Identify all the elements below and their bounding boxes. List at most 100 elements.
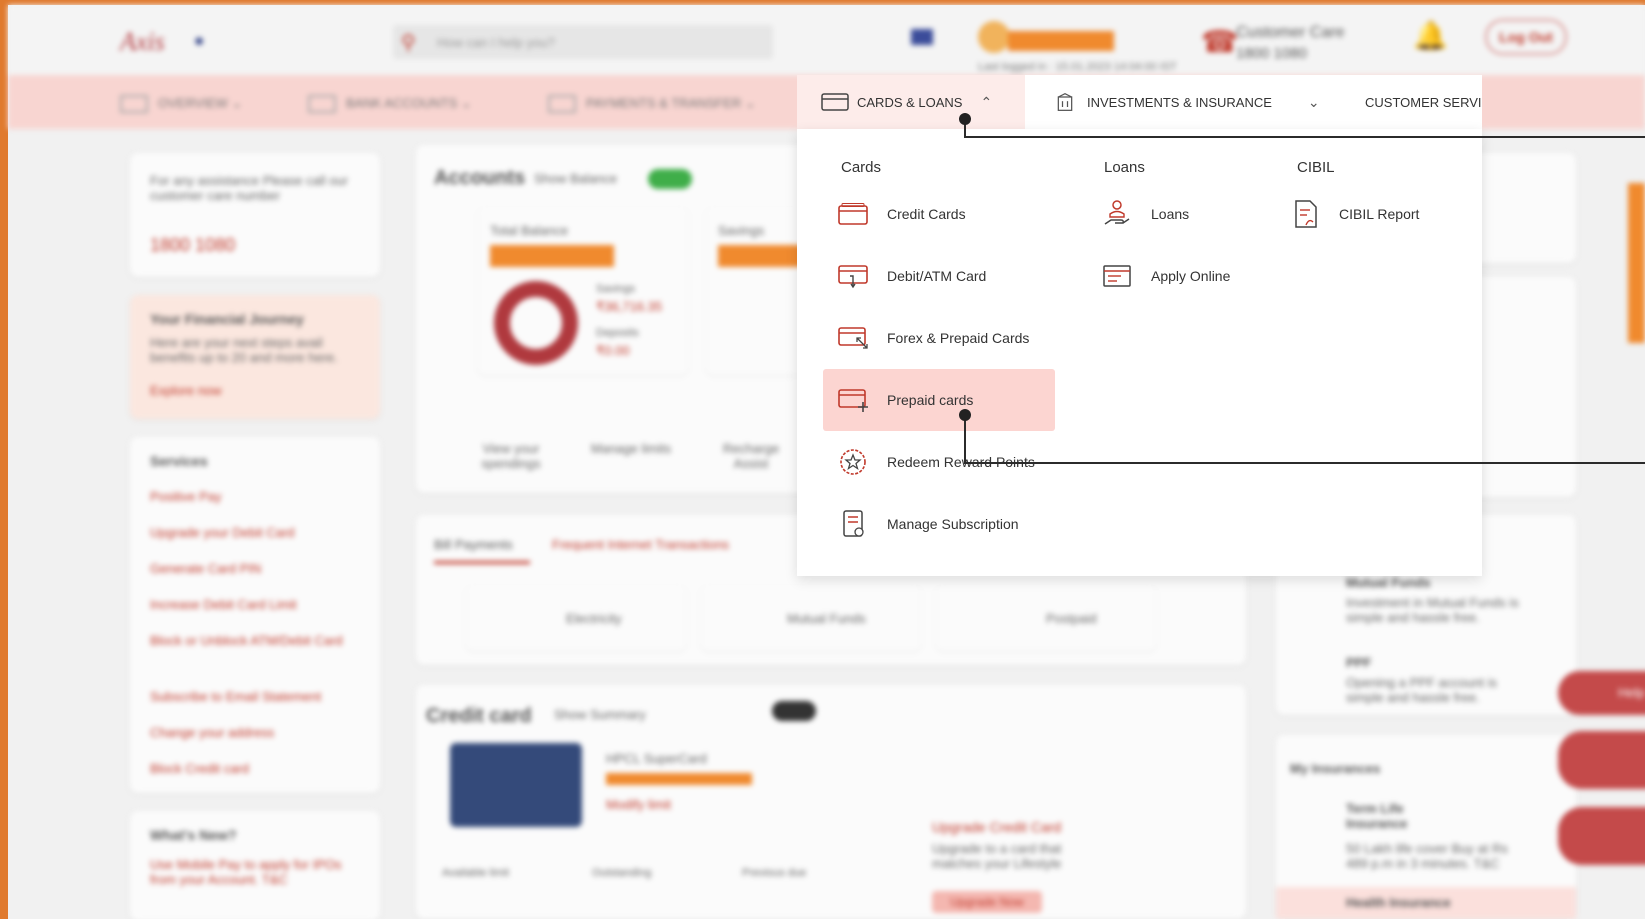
floating-action-button[interactable] (1558, 731, 1645, 789)
side-feedback-tab[interactable] (1628, 183, 1645, 343)
menu-item-label: Forex & Prepaid Cards (887, 330, 1030, 346)
search-placeholder: How can I help you? (437, 35, 555, 50)
help-button[interactable]: Help (1558, 671, 1645, 715)
search-bar[interactable]: ⚲ How can I help you? (393, 25, 773, 59)
menu-item-label: Debit/ATM Card (887, 268, 987, 284)
customer-care-title: Customer Care (1236, 24, 1345, 41)
menu-item-prepaid-cards[interactable]: Prepaid cards (823, 369, 1055, 431)
bill-item-label: Postpaid (1046, 611, 1097, 626)
search-icon: ⚲ (401, 32, 416, 54)
bill-item[interactable]: Mutual Funds (701, 585, 921, 651)
callout-line-bottom-horizontal (964, 462, 1645, 464)
card-name: HPCL SuperCard (606, 751, 707, 766)
mutual-funds-title[interactable]: Mutual Funds (1346, 575, 1431, 590)
loan-hand-icon (1104, 200, 1130, 225)
card-image (450, 743, 582, 827)
show-balance-label: Show Balance (534, 171, 618, 186)
payments-icon (548, 95, 576, 113)
partner-logo: ● (194, 31, 205, 50)
assistance-card: For any assistance Please call our custo… (130, 153, 380, 277)
upgrade-now-button[interactable]: Upgrade Now (932, 891, 1042, 913)
journey-link[interactable]: Explore now (150, 383, 222, 398)
building-icon (1057, 92, 1073, 111)
service-link[interactable]: Change your address (150, 725, 274, 740)
menu-item-credit-cards[interactable]: Credit Cards (823, 183, 1055, 245)
quick-link[interactable]: View your spendings (466, 441, 556, 471)
savings-label: Savings (596, 283, 636, 295)
quick-link[interactable]: Recharge Assist (706, 441, 796, 471)
whats-new-text[interactable]: Use Mobile Pay to apply for IPOs from yo… (150, 857, 360, 887)
total-balance-redacted (490, 245, 614, 267)
tab-investments-label: INVESTMENTS & INSURANCE (1087, 94, 1272, 110)
bill-item[interactable]: Postpaid (936, 585, 1156, 651)
menu-item-manage-subscription[interactable]: Manage Subscription (823, 493, 1055, 555)
tab-cards-loans-label: CARDS & LOANS (857, 94, 963, 110)
tab-cards-loans[interactable]: CARDS & LOANS ⌃ (797, 75, 1025, 129)
service-link[interactable]: Increase Debit Card Limit (150, 597, 297, 612)
menu-item-debit-atm-card[interactable]: Debit/ATM Card (823, 245, 1055, 307)
modify-limit-link[interactable]: Modify limit (606, 797, 671, 812)
menu-item-apply-online[interactable]: Apply Online (1087, 245, 1267, 307)
menu-item-cibil-report[interactable]: CIBIL Report (1277, 183, 1457, 245)
show-summary-toggle[interactable] (772, 701, 816, 721)
term-life-text: 50 Lakh life cover Buy at Rs 489 p.m in … (1346, 841, 1508, 871)
menu-item-label: CIBIL Report (1339, 206, 1420, 222)
savings-value: ₹36,716.35 (596, 299, 663, 314)
chevron-up-icon: ⌃ (980, 93, 993, 110)
deposits-value: ₹0.00 (596, 343, 630, 358)
menu-payments-label: PAYMENTS & TRANSFER (586, 95, 742, 111)
card-col: Outstanding (592, 867, 652, 879)
quick-link[interactable]: Manage limits (586, 441, 676, 456)
chevron-down-icon: ⌄ (1307, 93, 1320, 110)
tab-customer-service[interactable]: CUSTOMER SERVICE (1325, 75, 1482, 129)
debit-card-icon (838, 265, 868, 289)
menu-overview[interactable]: OVERVIEW ⌄ (120, 95, 242, 113)
service-link[interactable]: Upgrade your Debit Card (150, 525, 295, 540)
bell-icon[interactable]: 🔔 (1413, 19, 1448, 52)
tab-bill-payments[interactable]: Bill Payments (434, 537, 513, 552)
loans-heading: Loans (1104, 159, 1145, 176)
menu-item-loans[interactable]: Loans (1087, 183, 1267, 245)
bill-item-label: Mutual Funds (787, 611, 866, 626)
menu-item-label: Credit Cards (887, 206, 966, 222)
bank-icon (308, 95, 336, 113)
deposits-label: Deposits (596, 327, 639, 339)
ppf-text: Opening a PPF account is simple and hass… (1346, 675, 1498, 705)
forex-card-icon (838, 327, 868, 349)
menu-payments[interactable]: PAYMENTS & TRANSFER ⌄ (548, 95, 756, 113)
floating-action-button[interactable] (1558, 807, 1645, 865)
tab-investments-insurance[interactable]: INVESTMENTS & INSURANCE ⌄ (1025, 75, 1325, 129)
overview-icon (120, 95, 148, 113)
health-insurance-row[interactable]: Health Insurance (1276, 887, 1576, 919)
services-card: Services Positive Pay Upgrade your Debit… (130, 437, 380, 793)
whats-new-card: What's New? Use Mobile Pay to apply for … (130, 811, 380, 919)
accounts-title: Accounts (434, 167, 526, 189)
service-link[interactable]: Generate Card PIN (150, 561, 261, 576)
menu-item-label: Manage Subscription (887, 516, 1019, 532)
logout-button[interactable]: Log Out (1485, 19, 1567, 55)
credit-card-title: Credit card (426, 705, 532, 727)
my-insurances-title: My Insurances (1290, 761, 1381, 776)
last-login: Last logged in : 15.01.2023 14:04:00 IST (978, 61, 1177, 73)
term-life-title[interactable]: Term Life Insurance (1346, 801, 1436, 831)
journey-card: Your Financial Journey Here are your nex… (130, 295, 380, 419)
card-col: Previous due (742, 867, 807, 879)
menu-item-forex-prepaid[interactable]: Forex & Prepaid Cards (823, 307, 1055, 369)
service-link[interactable]: Subscribe to Email Statement (150, 689, 321, 704)
card-col: Available limit (442, 867, 510, 879)
balance-donut (494, 281, 578, 365)
avatar[interactable] (978, 21, 1010, 53)
cards-loans-dropdown: Cards Loans CIBIL Credit Cards Debit/ATM… (797, 129, 1482, 576)
service-link[interactable]: Block or Unblock ATM/Debit Card (150, 633, 350, 648)
ppf-title[interactable]: PPF (1346, 655, 1371, 670)
tab-frequent-transactions[interactable]: Frequent Internet Transactions (552, 537, 729, 552)
whats-new-title: What's New? (150, 827, 237, 843)
menu-item-label: Prepaid cards (887, 392, 974, 408)
menu-bank-accounts[interactable]: BANK ACCOUNTS ⌄ (308, 95, 472, 113)
show-balance-toggle[interactable] (648, 169, 692, 189)
bill-item[interactable]: Electricity (466, 585, 686, 651)
assistance-phone[interactable]: 1800 1080 (150, 235, 235, 256)
total-balance-card: Total Balance Savings ₹36,716.35 Deposit… (478, 207, 688, 375)
service-link[interactable]: Block Credit card (150, 761, 249, 776)
service-link[interactable]: Positive Pay (150, 489, 222, 504)
